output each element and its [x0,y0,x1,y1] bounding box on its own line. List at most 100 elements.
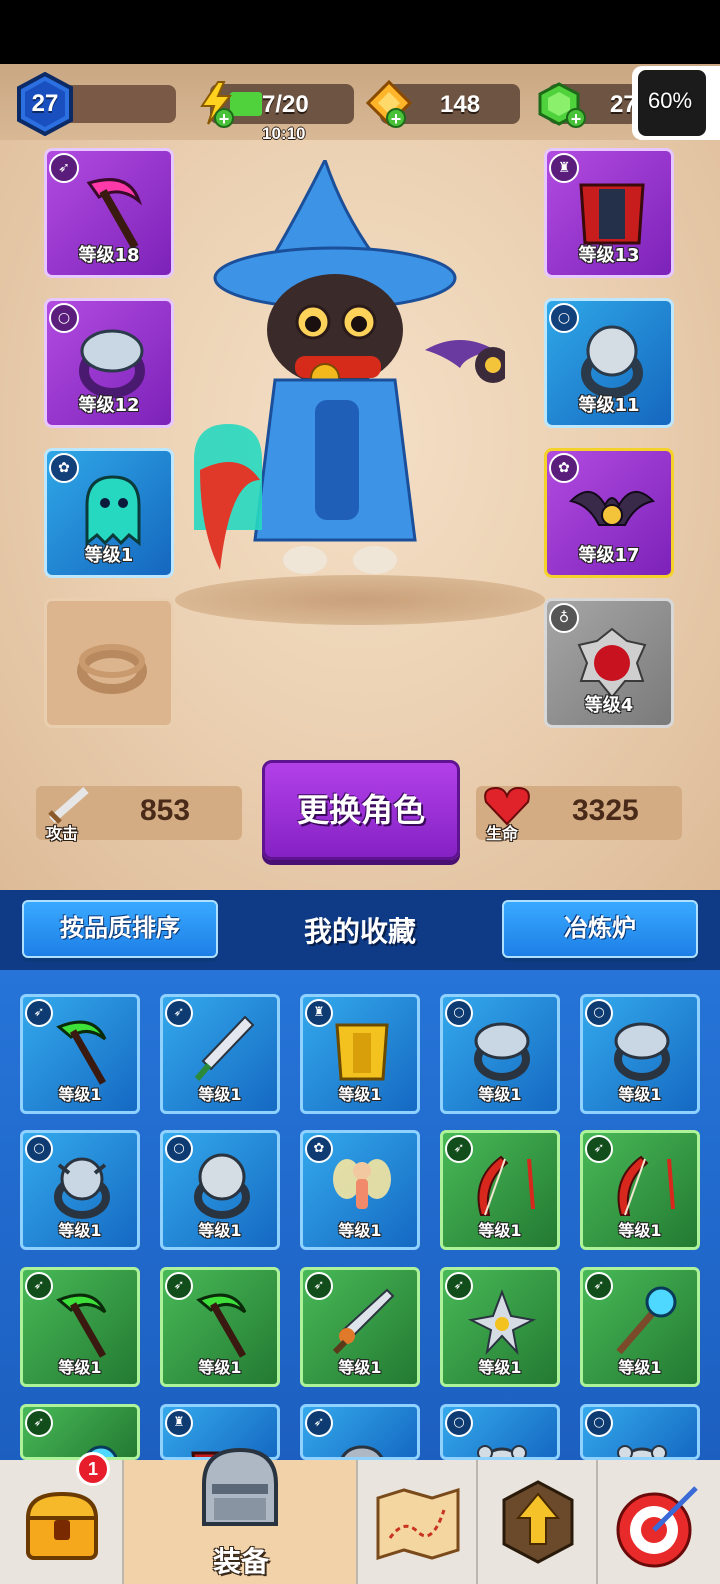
serpent-ring-icon [79,329,145,398]
energy-fill [230,92,262,116]
bear-ring-partial-icon [477,1445,527,1457]
collection-item-staff-partial[interactable]: ➶ [20,1404,140,1460]
arrow-up-icon [502,1480,574,1564]
nav-equipment-label: 装备 [212,1545,269,1578]
energy-value: 7/20 [262,91,309,118]
collection-item-red-bow[interactable]: ➶ 等级1 [580,1130,700,1250]
collection-title: 我的收藏 [303,915,416,948]
ruby-amulet-icon [577,627,647,699]
collection-item-bear-ring-partial[interactable]: ○ [440,1404,560,1460]
energy-timer: 10:10 [262,124,306,143]
helmet-partial-icon [341,1445,383,1457]
collection-item-serpent-ring[interactable]: ○ 等级1 [440,994,560,1114]
treasure-chest-icon [25,1491,99,1560]
item-level: 等级1 [58,1358,102,1377]
item-level: 等级1 [618,1358,662,1377]
overlay-percent: 60% [648,88,693,113]
bull-ring-icon [54,1157,110,1219]
red-bow-icon [617,1155,675,1216]
collection-item-dagger[interactable]: ➶ 等级1 [160,994,280,1114]
equip-slot-pet-2[interactable]: ✿ 等级17 [544,448,674,578]
attack-label: 攻击 [46,824,79,843]
collection-item-bull-ring[interactable]: ○ 等级1 [20,1130,140,1250]
slot-level: 等级12 [78,395,140,416]
lion-ring-icon [581,325,643,398]
change-character-button[interactable]: 更换角色 [262,760,460,860]
collection-item-shuriken[interactable]: ➶ 等级1 [440,1267,560,1387]
shop-notification-badge: 1 [76,1452,110,1486]
equip-slot-weapon[interactable]: ➶ 等级18 [44,148,174,278]
map-icon [376,1488,460,1560]
collection-item-green-scythe[interactable]: ➶ 等级1 [160,1267,280,1387]
bottom-nav [0,1460,720,1584]
slot-level: 等级4 [584,695,634,716]
item-level: 等级1 [618,1085,662,1104]
item-level: 等级1 [338,1085,382,1104]
serpent-ring-icon [474,1022,530,1081]
armor-helmet-icon [202,1447,278,1526]
empty-ring-slot-icon [77,644,147,694]
player-level: 27 [31,90,59,117]
item-level: 等级1 [338,1358,382,1377]
hp-value: 3325 [572,794,639,827]
collection-item-serrated-sword[interactable]: ➶ 等级1 [300,1267,420,1387]
magic-staff-icon [616,1286,677,1355]
attack-value: 853 [140,794,191,827]
item-level: 等级1 [58,1085,102,1104]
equip-slot-ring-empty[interactable] [44,598,174,728]
add-energy-icon[interactable]: + [214,108,234,128]
slot-level: 等级11 [578,395,640,416]
equip-slot-ring-1[interactable]: ○ 等级12 [44,298,174,428]
smelter-button[interactable]: 冶炼炉 [502,900,698,958]
item-level: 等级1 [618,1221,662,1240]
red-cape-icon [579,183,645,245]
equip-slot-necklace[interactable]: ♁ 等级4 [544,598,674,728]
hp-label: 生命 [486,824,519,843]
collection-item-green-scythe[interactable]: ➶ 等级1 [20,1267,140,1387]
collection-item-magic-staff[interactable]: ➶ 等级1 [580,1267,700,1387]
equip-slot-pet-1[interactable]: ✿ 等级1 [44,448,174,578]
item-level: 等级1 [58,1221,102,1240]
item-level: 等级1 [478,1358,522,1377]
collection-item-serpent-ring[interactable]: ○ 等级1 [580,994,700,1114]
collection-item-fairy-pet[interactable]: ✿ 等级1 [300,1130,420,1250]
collection-item-helmet-partial[interactable]: ➶ [300,1404,420,1460]
coin-value: 148 [440,91,481,118]
collection-item-green-scythe[interactable]: ➶ 等级1 [20,994,140,1114]
player-level-badge[interactable]: 27 [16,72,74,136]
collection-item-red-bow[interactable]: ➶ 等级1 [440,1130,560,1250]
slot-level: 等级13 [578,245,640,266]
item-level: 等级1 [198,1221,242,1240]
dagger-icon [194,1015,255,1081]
add-coin-icon[interactable]: + [386,108,406,128]
equip-slot-armor[interactable]: ♜ 等级13 [544,148,674,278]
green-scythe-icon [56,1020,107,1085]
item-level: 等级1 [478,1085,522,1104]
bear-ring-partial-icon [617,1445,667,1457]
gold-armor-icon [335,1023,389,1081]
fairy-pet-icon [333,1159,391,1209]
slot-level: 等级17 [578,545,640,566]
serpent-ring-icon [614,1022,670,1081]
sort-by-quality-button[interactable]: 按品质排序 [22,900,218,958]
status-bar [0,0,720,64]
pink-scythe-icon [86,178,143,249]
collection-item-bear-ring-partial[interactable]: ○ [580,1404,700,1460]
item-level: 等级1 [338,1221,382,1240]
ghost-pet-companion [194,424,262,570]
item-level: 等级1 [478,1221,522,1240]
slot-level: 等级18 [78,245,140,266]
xp-bar [70,85,176,123]
shuriken-icon [467,1289,537,1356]
item-level: 等级1 [198,1358,242,1377]
slot-level: 等级1 [84,545,134,566]
collection-item-gold-armor[interactable]: ♜ 等级1 [300,994,420,1114]
ghost-pet-icon [85,475,141,547]
green-scythe-icon [196,1293,247,1358]
green-scythe-icon [56,1293,107,1358]
collection-item-lion-ring[interactable]: ○ 等级1 [160,1130,280,1250]
add-gem-icon[interactable]: + [566,108,586,128]
equip-slot-ring-2[interactable]: ○ 等级11 [544,298,674,428]
red-bow-icon [477,1155,535,1216]
bat-pet-icon [569,491,655,526]
